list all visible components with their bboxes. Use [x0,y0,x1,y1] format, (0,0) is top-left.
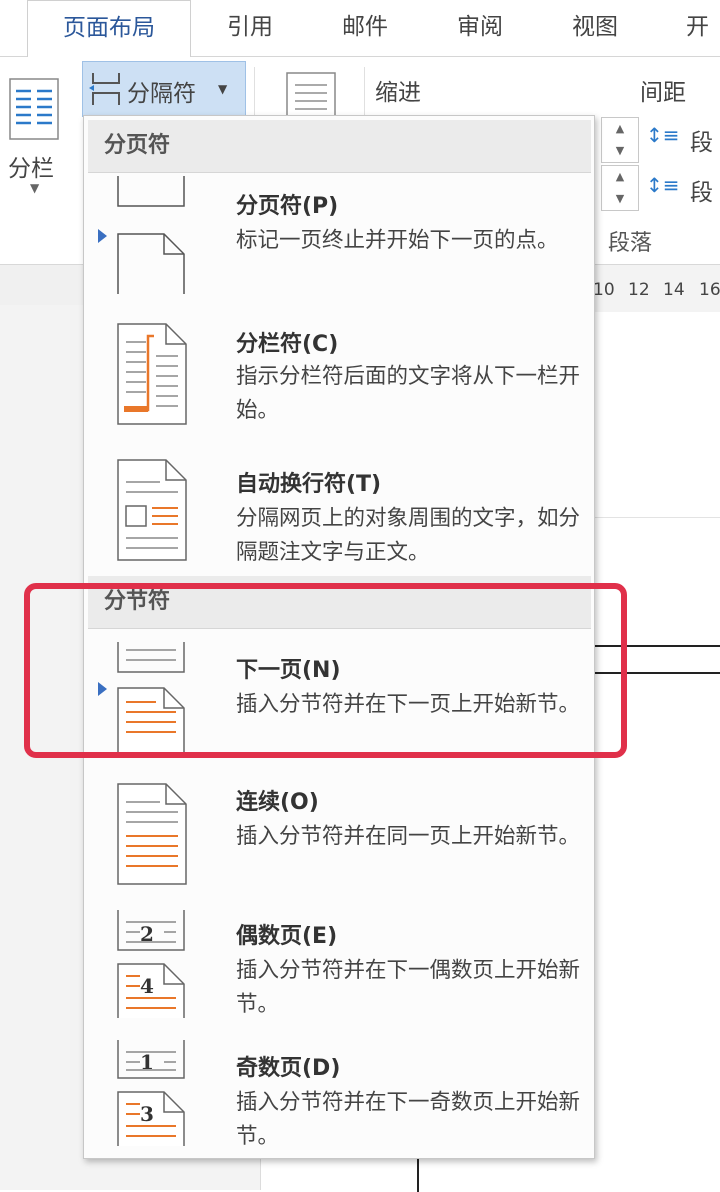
column-break-icon [117,323,187,425]
spacing-before-icon: ↕≡ [646,123,680,147]
indent-label: 缩进 [375,80,421,106]
ruler-number: 14 [663,280,685,300]
odd-page-description: 插入分节符并在下一奇数页上开始新节。 [236,1090,581,1149]
ribbon-tab-bar: 页面布局 引用 邮件 审阅 视图 开 [0,0,720,58]
breaks-label: 分隔符 [127,81,196,107]
spacing-before-label: 段 [690,130,713,156]
columns-icon [9,78,59,140]
odd-bottom-number: 3 [140,1102,154,1126]
tab-references[interactable]: 引用 [200,0,300,56]
continuous-title: 连续(O) [236,790,319,815]
odd-page-title: 奇数页(D) [236,1056,341,1081]
text-wrapping-break-description: 分隔网页上的对象周围的文字，如分隔题注文字与正文。 [236,506,581,565]
spacing-label: 间距 [640,80,686,106]
tab-review[interactable]: 审阅 [430,0,530,56]
text-wrapping-break-title: 自动换行符(T) [236,472,382,497]
ruler-number: 10 [593,280,615,300]
page-break-icon [117,176,185,294]
menu-item-even-page[interactable]: 2 4 偶数页(E) 插入分节符并在下一偶数页上开始新节。 [84,902,594,1028]
indent-left-stepper[interactable]: ▲ ▼ [601,117,639,163]
tab-page-layout[interactable]: 页面布局 [27,0,191,58]
default-marker-icon [98,229,107,243]
ruler-number: 16 [699,280,720,300]
page-break-title: 分页符(P) [236,194,339,219]
breaks-button[interactable]: 分隔符 ▼ [82,61,246,117]
menu-item-continuous[interactable]: 连续(O) 插入分节符并在同一页上开始新节。 [84,768,594,894]
even-page-title: 偶数页(E) [236,924,338,949]
columns-label: 分栏 [8,156,54,182]
column-break-title: 分栏符(C) [236,332,339,357]
tab-developer[interactable]: 开 [660,0,720,56]
even-top-number: 2 [140,922,154,946]
ruler[interactable]: 10 12 14 16 [593,280,720,312]
menu-item-column-break[interactable]: 分栏符(C) 指示分栏符后面的文字将从下一栏开始。 [84,312,594,438]
text-wrapping-break-icon [117,459,187,561]
continuous-section-break-icon [117,783,187,885]
page-breaks-header: 分页符 [88,120,591,173]
even-bottom-number: 4 [140,974,154,998]
menu-item-odd-page[interactable]: 1 3 奇数页(D) 插入分节符并在下一奇数页上开始新节。 [84,1036,594,1156]
tab-mailings[interactable]: 邮件 [315,0,415,56]
continuous-description: 插入分节符并在同一页上开始新节。 [236,824,581,849]
indent-right-stepper[interactable]: ▲ ▼ [601,165,639,211]
ruler-number: 12 [628,280,650,300]
tab-view[interactable]: 视图 [545,0,645,56]
page-break-description: 标记一页终止并开始下一页的点。 [236,228,559,253]
column-break-description: 指示分栏符后面的文字将从下一栏开始。 [236,364,581,423]
even-page-description: 插入分节符并在下一偶数页上开始新节。 [236,958,581,1017]
columns-button[interactable]: 分栏 ▼ [4,61,64,211]
chevron-down-icon: ▼ [218,82,228,96]
odd-top-number: 1 [140,1050,154,1074]
highlight-box [24,583,627,758]
menu-item-page-break[interactable]: 分页符(P) 标记一页终止并开始下一页的点。 [84,176,594,302]
spacing-after-label: 段 [690,180,713,206]
paragraph-group-label: 段落 [608,231,653,256]
spacing-after-icon: ↕≡ [646,173,680,197]
breaks-icon [89,73,120,105]
menu-item-text-wrapping-break[interactable]: 自动换行符(T) 分隔网页上的对象周围的文字，如分隔题注文字与正文。 [84,446,594,572]
chevron-down-icon: ▼ [30,181,40,195]
